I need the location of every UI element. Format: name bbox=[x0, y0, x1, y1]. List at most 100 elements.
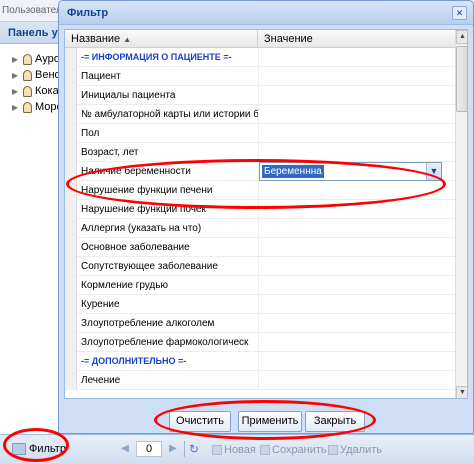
filter-button-label: Фильтр bbox=[29, 443, 66, 455]
row-gutter bbox=[65, 124, 77, 143]
row-name: Пациент bbox=[81, 71, 121, 82]
tree-item[interactable]: ▶ Кока bbox=[12, 83, 59, 99]
next-page-icon[interactable]: ▶ bbox=[166, 442, 180, 456]
close-icon[interactable]: ✕ bbox=[452, 6, 467, 20]
chevron-down-icon[interactable]: ▼ bbox=[426, 163, 441, 180]
delete-button[interactable]: Удалить bbox=[328, 444, 382, 456]
apply-button[interactable]: Применить bbox=[238, 411, 302, 432]
table-row[interactable]: Сопутствующее заболевание bbox=[65, 257, 455, 276]
table-row[interactable]: Возраст, лет bbox=[65, 143, 455, 162]
expand-arrow-icon[interactable]: ▶ bbox=[12, 71, 20, 80]
row-value[interactable] bbox=[258, 352, 455, 371]
row-gutter bbox=[65, 257, 77, 276]
row-value[interactable] bbox=[258, 371, 455, 390]
row-gutter bbox=[65, 48, 77, 67]
row-gutter bbox=[65, 181, 77, 200]
tree-item[interactable]: ▶ Вено bbox=[12, 67, 61, 83]
table-row[interactable]: Нарушение функции почек bbox=[65, 200, 455, 219]
scroll-down-icon[interactable]: ▼ bbox=[456, 386, 467, 398]
row-name: Аллергия (указать на что) bbox=[81, 223, 202, 234]
expand-arrow-icon[interactable]: ▶ bbox=[12, 87, 20, 96]
scrollbar-thumb[interactable] bbox=[456, 46, 467, 112]
vertical-scrollbar[interactable]: ▲ ▼ bbox=[455, 30, 467, 398]
prev-page-icon[interactable]: ◀ bbox=[118, 442, 132, 456]
page-input[interactable]: 0 bbox=[136, 441, 162, 457]
row-value[interactable] bbox=[258, 67, 455, 86]
new-icon bbox=[212, 445, 222, 455]
row-value[interactable] bbox=[258, 86, 455, 105]
row-value[interactable] bbox=[258, 238, 455, 257]
table-row[interactable]: Злоупотребление алкоголем bbox=[65, 314, 455, 333]
table-row[interactable]: № амбулаторной карты или истории б bbox=[65, 105, 455, 124]
row-gutter bbox=[65, 276, 77, 295]
column-header-name[interactable]: Название ▲ bbox=[65, 30, 258, 48]
row-value[interactable] bbox=[258, 48, 455, 67]
table-row[interactable]: Нарушение функции печени bbox=[65, 181, 455, 200]
table-row[interactable]: Пол bbox=[65, 124, 455, 143]
row-gutter bbox=[65, 162, 77, 181]
table-row[interactable]: Основное заболевание bbox=[65, 238, 455, 257]
row-value[interactable] bbox=[258, 219, 455, 238]
dialog-header[interactable]: Фильтр ✕ bbox=[59, 1, 473, 25]
row-gutter bbox=[65, 238, 77, 257]
table-row[interactable]: Лечение bbox=[65, 371, 455, 390]
row-gutter bbox=[65, 86, 77, 105]
user-label: Пользовател bbox=[2, 5, 62, 16]
dialog-title: Фильтр bbox=[67, 7, 109, 19]
filter-icon bbox=[12, 443, 26, 455]
table-row[interactable]: -= ИНФОРМАЦИЯ О ПАЦИЕНТЕ =- bbox=[65, 48, 455, 67]
row-gutter bbox=[65, 105, 77, 124]
clear-button[interactable]: Очистить bbox=[169, 411, 231, 432]
row-gutter bbox=[65, 295, 77, 314]
save-button[interactable]: Сохранить bbox=[260, 444, 327, 456]
grid-rows: -= ИНФОРМАЦИЯ О ПАЦИЕНТЕ =- Пациент Иниц… bbox=[65, 48, 455, 398]
tree-item-label: Кока bbox=[35, 85, 59, 97]
user-icon bbox=[23, 85, 32, 97]
row-gutter bbox=[65, 143, 77, 162]
column-header-value[interactable]: Значение bbox=[258, 30, 455, 48]
row-gutter bbox=[65, 333, 77, 352]
row-value[interactable] bbox=[258, 276, 455, 295]
row-gutter bbox=[65, 219, 77, 238]
filter-button[interactable]: Фильтр bbox=[12, 443, 66, 455]
tree-item[interactable]: ▶ Море bbox=[12, 99, 63, 115]
pregnancy-combobox-value[interactable]: Беременнна bbox=[262, 165, 324, 178]
scroll-up-icon[interactable]: ▲ bbox=[456, 30, 467, 44]
row-gutter bbox=[65, 371, 77, 390]
row-name: Возраст, лет bbox=[81, 147, 139, 158]
tree-item[interactable]: ▶ Ауро bbox=[12, 51, 60, 67]
table-row[interactable]: Кормление грудью bbox=[65, 276, 455, 295]
property-grid: Название ▲ Значение -= ИНФОРМАЦИЯ О ПАЦИ… bbox=[64, 29, 468, 399]
table-row[interactable]: Курение bbox=[65, 295, 455, 314]
row-value[interactable] bbox=[258, 257, 455, 276]
table-row[interactable]: Пациент bbox=[65, 67, 455, 86]
close-button[interactable]: Закрыть bbox=[305, 411, 365, 432]
table-row[interactable]: Инициалы пациента bbox=[65, 86, 455, 105]
new-button[interactable]: Новая bbox=[212, 444, 256, 456]
pager: ◀ 0 ▶ ↻ bbox=[118, 441, 199, 457]
row-value[interactable] bbox=[258, 124, 455, 143]
table-row-pregnancy[interactable]: Наличие беременности Беременнна ▼ bbox=[65, 162, 455, 181]
row-value[interactable] bbox=[258, 143, 455, 162]
row-value[interactable] bbox=[258, 333, 455, 352]
table-row[interactable]: -= ДОПОЛНИТЕЛЬНО =- bbox=[65, 352, 455, 371]
row-name: -= ИНФОРМАЦИЯ О ПАЦИЕНТЕ =- bbox=[81, 52, 232, 62]
row-name: Основное заболевание bbox=[81, 242, 190, 253]
row-value[interactable] bbox=[258, 295, 455, 314]
row-name: Пол bbox=[81, 128, 100, 139]
table-row[interactable]: Злоупотребление фармокологическ bbox=[65, 333, 455, 352]
row-name: Злоупотребление алкоголем bbox=[81, 318, 215, 329]
row-value[interactable] bbox=[258, 200, 455, 219]
refresh-icon[interactable]: ↻ bbox=[189, 442, 199, 456]
new-button-label: Новая bbox=[224, 444, 256, 456]
row-gutter bbox=[65, 67, 77, 86]
row-value[interactable] bbox=[258, 314, 455, 333]
expand-arrow-icon[interactable]: ▶ bbox=[12, 103, 20, 112]
row-value[interactable] bbox=[258, 181, 455, 200]
row-value[interactable] bbox=[258, 105, 455, 124]
table-row[interactable]: Аллергия (указать на что) bbox=[65, 219, 455, 238]
pager-divider bbox=[184, 441, 185, 457]
expand-arrow-icon[interactable]: ▶ bbox=[12, 55, 20, 64]
pregnancy-combobox[interactable]: Беременнна ▼ bbox=[259, 162, 442, 181]
tree-item-label: Ауро bbox=[35, 53, 60, 65]
